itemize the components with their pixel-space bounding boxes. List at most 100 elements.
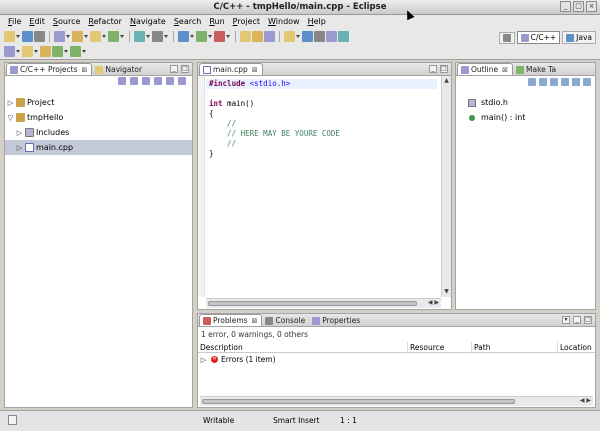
tree-item-project[interactable]: ▷ Project xyxy=(5,95,192,110)
column-location[interactable]: Location xyxy=(558,342,595,353)
collapse-all-icon[interactable] xyxy=(154,77,162,85)
hide-nonpublic-icon[interactable] xyxy=(561,78,569,86)
filter-icon[interactable]: ▾ xyxy=(562,316,570,324)
toggle-mark-icon[interactable] xyxy=(302,31,313,42)
outline-item-include[interactable]: stdio.h xyxy=(456,95,595,110)
maximize-icon[interactable]: □ xyxy=(573,1,584,12)
perspective-cpp[interactable]: C/C++ xyxy=(516,31,561,44)
code-line[interactable] xyxy=(206,89,437,99)
menu-project[interactable]: Project xyxy=(229,15,264,29)
link-editor-icon[interactable] xyxy=(572,78,580,86)
forward-icon[interactable] xyxy=(130,77,138,85)
code-text-area[interactable]: #include <stdio.h> int main() { // // HE… xyxy=(206,79,437,159)
collapse-icon[interactable]: ▽ xyxy=(7,114,14,122)
stop-icon[interactable] xyxy=(214,31,225,42)
fast-view-icon[interactable] xyxy=(8,415,17,425)
close-icon[interactable]: ⊠ xyxy=(252,316,258,326)
new-folder-icon[interactable] xyxy=(90,31,101,42)
outline-item-function[interactable]: main() : int xyxy=(456,110,595,125)
minimize-view-icon[interactable]: _ xyxy=(170,65,178,73)
debug-icon[interactable] xyxy=(178,31,189,42)
minimize-view-icon[interactable]: _ xyxy=(573,316,581,324)
scroll-thumb[interactable] xyxy=(208,301,417,306)
menu-refactor[interactable]: Refactor xyxy=(84,15,126,29)
maximize-view-icon[interactable]: □ xyxy=(584,316,592,324)
window-titlebar[interactable]: C/C++ - tmpHello/main.cpp - Eclipse _ □ … xyxy=(0,0,600,15)
maximize-view-icon[interactable]: □ xyxy=(440,65,448,73)
previous-annotation-dropdown-icon[interactable] xyxy=(34,46,39,57)
external-tool-icon[interactable] xyxy=(152,31,163,42)
sort-icon[interactable] xyxy=(528,78,536,86)
new-project-icon[interactable] xyxy=(72,31,83,42)
minimize-view-icon[interactable]: _ xyxy=(429,65,437,73)
tree-item-tmphello[interactable]: ▽ tmpHello xyxy=(5,110,192,125)
next-annotation-dropdown-icon[interactable] xyxy=(16,46,21,57)
open-element-icon[interactable] xyxy=(252,31,263,42)
back-dropdown-icon[interactable] xyxy=(64,46,69,57)
menu-edit[interactable]: Edit xyxy=(25,15,49,29)
close-icon[interactable]: ⊠ xyxy=(252,65,258,75)
forward-dropdown-icon[interactable] xyxy=(82,46,87,57)
toggle-block-icon[interactable] xyxy=(314,31,325,42)
minimize-icon[interactable]: _ xyxy=(560,1,571,12)
expand-icon[interactable]: ▷ xyxy=(16,129,23,137)
scroll-up-icon[interactable]: ▲ xyxy=(443,77,450,85)
up-icon[interactable] xyxy=(142,77,150,85)
perspective-java[interactable]: Java xyxy=(562,31,596,44)
close-icon[interactable]: × xyxy=(586,1,597,12)
new-project-dropdown-icon[interactable] xyxy=(84,31,89,42)
menu-search[interactable]: Search xyxy=(170,15,205,29)
tree-item-main-cpp[interactable]: ▷ main.cpp xyxy=(5,140,192,155)
editor-horizontal-scrollbar[interactable]: ◀ ▶ xyxy=(206,298,441,308)
new-dropdown-icon[interactable] xyxy=(16,31,21,42)
problems-horizontal-scrollbar[interactable]: ◀ ▶ xyxy=(200,396,593,406)
tab-make-targets[interactable]: Make Ta xyxy=(513,63,560,75)
show-source-icon[interactable] xyxy=(338,31,349,42)
column-resource[interactable]: Resource xyxy=(408,341,472,353)
code-line[interactable]: } xyxy=(206,149,437,159)
code-line[interactable]: // HERE MAY BE YOURE CODE xyxy=(206,129,437,139)
back-icon[interactable] xyxy=(52,46,63,57)
external-tool-dropdown-icon[interactable] xyxy=(164,31,169,42)
save-icon[interactable] xyxy=(22,31,33,42)
close-icon[interactable]: ⊠ xyxy=(82,65,88,75)
scroll-arrows-icon[interactable]: ◀ ▶ xyxy=(580,397,591,404)
open-perspective-button[interactable] xyxy=(498,31,515,44)
tab-console[interactable]: Console xyxy=(262,314,309,326)
new-folder-dropdown-icon[interactable] xyxy=(102,31,107,42)
build-icon[interactable] xyxy=(54,31,65,42)
run-dropdown-icon[interactable] xyxy=(208,31,213,42)
tool-dropdown-icon[interactable] xyxy=(146,31,151,42)
scroll-down-icon[interactable]: ▼ xyxy=(443,288,450,296)
link-editor-icon[interactable] xyxy=(166,77,174,85)
column-description[interactable]: Description xyxy=(198,341,408,353)
menu-run[interactable]: Run xyxy=(205,15,228,29)
scroll-thumb[interactable] xyxy=(202,399,515,404)
tool-icon[interactable] xyxy=(134,31,145,42)
hide-static-icon[interactable] xyxy=(550,78,558,86)
scroll-arrows-icon[interactable]: ◀ ▶ xyxy=(428,299,439,306)
code-line[interactable]: // xyxy=(206,119,437,129)
menu-navigate[interactable]: Navigate xyxy=(126,15,170,29)
last-edit-icon[interactable] xyxy=(40,46,51,57)
expand-icon[interactable]: ▷ xyxy=(16,144,23,152)
new-class-dropdown-icon[interactable] xyxy=(120,31,125,42)
annotation-dropdown-icon[interactable] xyxy=(296,31,301,42)
previous-annotation-icon[interactable] xyxy=(22,46,33,57)
tab-main-cpp[interactable]: main.cpp ⊠ xyxy=(199,63,263,75)
new-icon[interactable] xyxy=(4,31,15,42)
forward-icon[interactable] xyxy=(70,46,81,57)
code-line[interactable]: // xyxy=(206,139,437,149)
editor-ruler[interactable] xyxy=(198,76,205,297)
menu-window[interactable]: Window xyxy=(264,15,304,29)
open-type-icon[interactable] xyxy=(240,31,251,42)
tab-problems[interactable]: Problems ⊠ xyxy=(199,314,263,326)
code-line[interactable]: { xyxy=(206,109,437,119)
tab-navigator[interactable]: Navigator xyxy=(92,63,146,75)
next-annotation-icon[interactable] xyxy=(4,46,15,57)
tab-outline[interactable]: Outline ⊠ xyxy=(457,63,514,75)
table-row[interactable]: ▷ ✕ Errors (1 item) xyxy=(198,353,595,366)
print-icon[interactable] xyxy=(34,31,45,42)
debug-dropdown-icon[interactable] xyxy=(190,31,195,42)
editor-vertical-scrollbar[interactable]: ▲ ▼ xyxy=(441,76,451,297)
